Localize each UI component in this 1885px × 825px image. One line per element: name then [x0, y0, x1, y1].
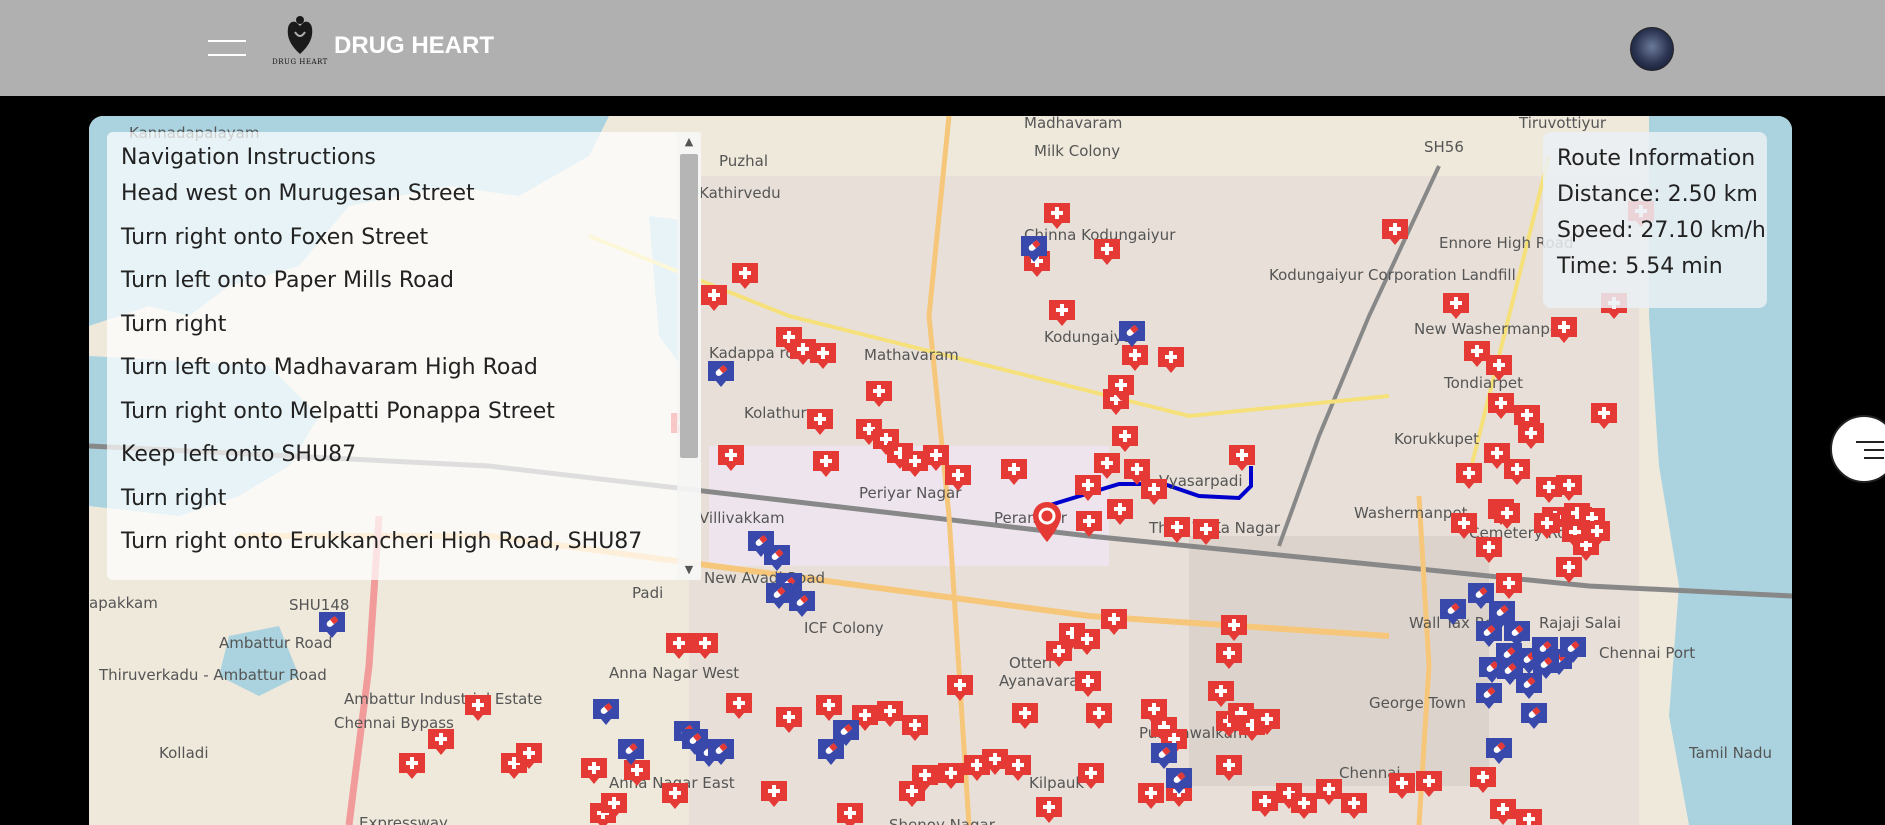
route-information-panel: Route Information Distance: 2.50 km Spee… [1543, 132, 1767, 308]
map-label: Tiruvottiyur [1518, 116, 1607, 132]
navigation-step: Turn left onto Paper Mills Road [121, 268, 455, 293]
map-label: SH56 [1424, 138, 1464, 156]
heart-hands-logo-icon [287, 16, 313, 55]
map-label: Otteri [1009, 654, 1052, 672]
hospital-marker[interactable] [1516, 809, 1542, 825]
hospital-marker[interactable] [581, 758, 607, 784]
map-label: Thiruverkadu - Ambattur Road [98, 666, 327, 684]
route-panel-toggle-button[interactable] [1830, 415, 1885, 483]
hospital-marker[interactable] [837, 803, 863, 825]
map-label: Kathirvedu [699, 184, 781, 202]
map-label: Periyar Nagar [859, 484, 962, 502]
map-label: Milk Colony [1034, 142, 1120, 160]
map-label: apakkam [89, 594, 158, 612]
route-list-icon [1864, 449, 1884, 451]
scroll-thumb[interactable] [680, 154, 698, 458]
route-time: Time: 5.54 min [1557, 254, 1723, 279]
hospital-marker[interactable] [662, 783, 688, 809]
hospital-marker[interactable] [465, 695, 491, 721]
pharmacy-marker[interactable] [593, 699, 619, 725]
app-logo[interactable]: DRUG HEART [272, 14, 328, 76]
map-label: New Washermanpet [1414, 320, 1565, 338]
menu-button[interactable] [208, 38, 246, 60]
map-label: Tondiarpet [1443, 374, 1523, 392]
map-label: SHU148 [289, 596, 349, 614]
map-label: Korukkupet [1394, 430, 1479, 448]
map-label: George Town [1369, 694, 1466, 712]
app-header: DRUG HEART DRUG HEART [0, 0, 1885, 96]
user-avatar[interactable] [1630, 27, 1674, 71]
navigation-step: Turn right onto Foxen Street [121, 224, 429, 250]
navigation-instructions-panel: Navigation Instructions Head west on Mur… [107, 132, 701, 580]
map-label: Rajaji Salai [1539, 614, 1621, 632]
logo-caption: DRUG HEART [272, 58, 328, 66]
map-label: Vyasarpadi [1159, 472, 1243, 490]
route-title: Route Information [1557, 146, 1756, 171]
map-label: ICF Colony [804, 619, 884, 637]
map-label: Padi [632, 584, 663, 602]
map-label: Chennai Port [1599, 644, 1695, 662]
map-label: Shenoy Nagar [889, 816, 996, 825]
map-label: Villivakkam [699, 509, 785, 527]
map-label: Puzhal [719, 152, 768, 170]
map-label: Tamil Nadu [1688, 744, 1772, 762]
map-label: Mathavaram [864, 346, 959, 364]
route-list-icon [1856, 441, 1884, 443]
route-distance: Distance: 2.50 km [1557, 182, 1758, 207]
route-list-icon [1864, 457, 1884, 459]
scroll-up-arrow-icon[interactable]: ▲ [677, 132, 701, 152]
map-label: Anna Nagar West [609, 664, 739, 682]
navigation-step: Keep left onto SHU87 [121, 442, 357, 467]
navigation-step: Turn right onto Erukkancheri High Road, … [121, 529, 643, 554]
map-view[interactable]: KannadapalayamMadhavaramMilk ColonySH56P… [89, 116, 1792, 825]
map-label: Ambattur Industrial Estate [344, 690, 542, 708]
map-label: Madhavaram [1024, 116, 1122, 132]
map-label: New Avadi Road [704, 569, 825, 587]
map-label: Kodungaiyur Corporation Landfill [1269, 266, 1516, 284]
navigation-step: Turn right [121, 311, 227, 337]
hospital-marker[interactable] [399, 753, 425, 779]
route-speed: Speed: 27.10 km/h [1557, 218, 1766, 243]
navigation-step: Turn right [121, 485, 227, 511]
map-label: Ambattur Road [219, 634, 332, 652]
map-label: Kolladi [159, 744, 208, 762]
navigation-step: Head west on Murugesan Street [121, 181, 475, 206]
hospital-marker[interactable] [428, 729, 454, 755]
hamburger-icon-line [208, 40, 246, 42]
brand-name: DRUG HEART [334, 32, 494, 59]
hospital-marker[interactable] [666, 633, 692, 659]
map-label: Washermanpet [1354, 504, 1468, 522]
navigation-step: Turn left onto Madhavaram High Road [121, 355, 538, 380]
map-label: Expressway [359, 814, 448, 825]
scroll-down-arrow-icon[interactable]: ▼ [677, 560, 701, 580]
map-label: Kolathur [744, 404, 808, 422]
navigation-title: Navigation Instructions [121, 145, 376, 170]
navigation-step: Turn right onto Melpatti Ponappa Street [121, 398, 555, 424]
map-label: Kilpauk [1029, 774, 1084, 792]
hamburger-icon-line [208, 54, 246, 56]
nav-scrollbar[interactable]: ▲ ▼ [677, 132, 701, 580]
